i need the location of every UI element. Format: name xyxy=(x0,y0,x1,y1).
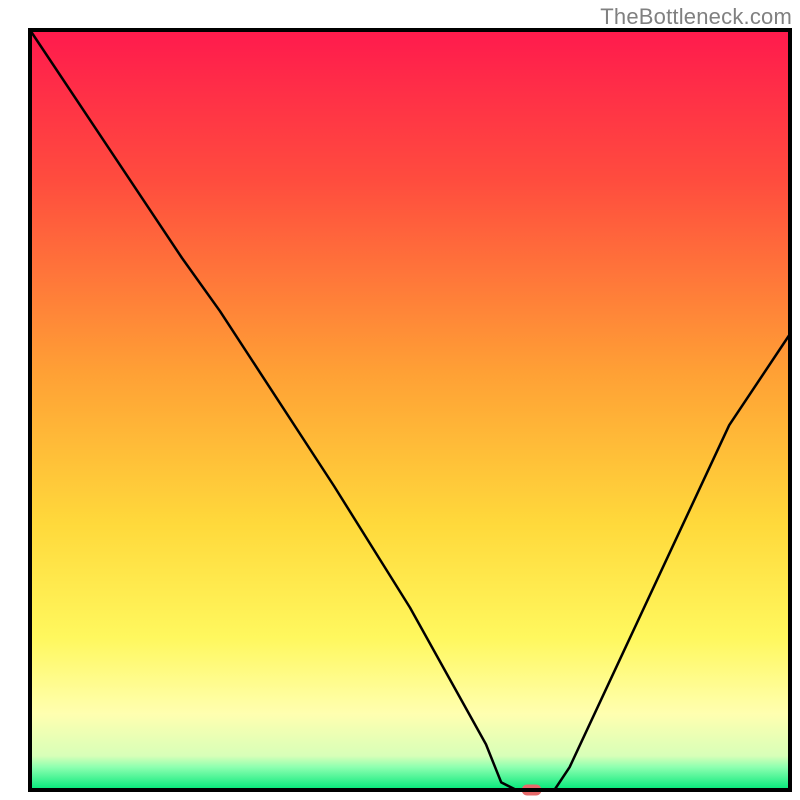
gradient-background xyxy=(30,30,790,790)
watermark-label: TheBottleneck.com xyxy=(600,4,792,30)
bottleneck-chart xyxy=(0,0,800,800)
chart-container: TheBottleneck.com xyxy=(0,0,800,800)
